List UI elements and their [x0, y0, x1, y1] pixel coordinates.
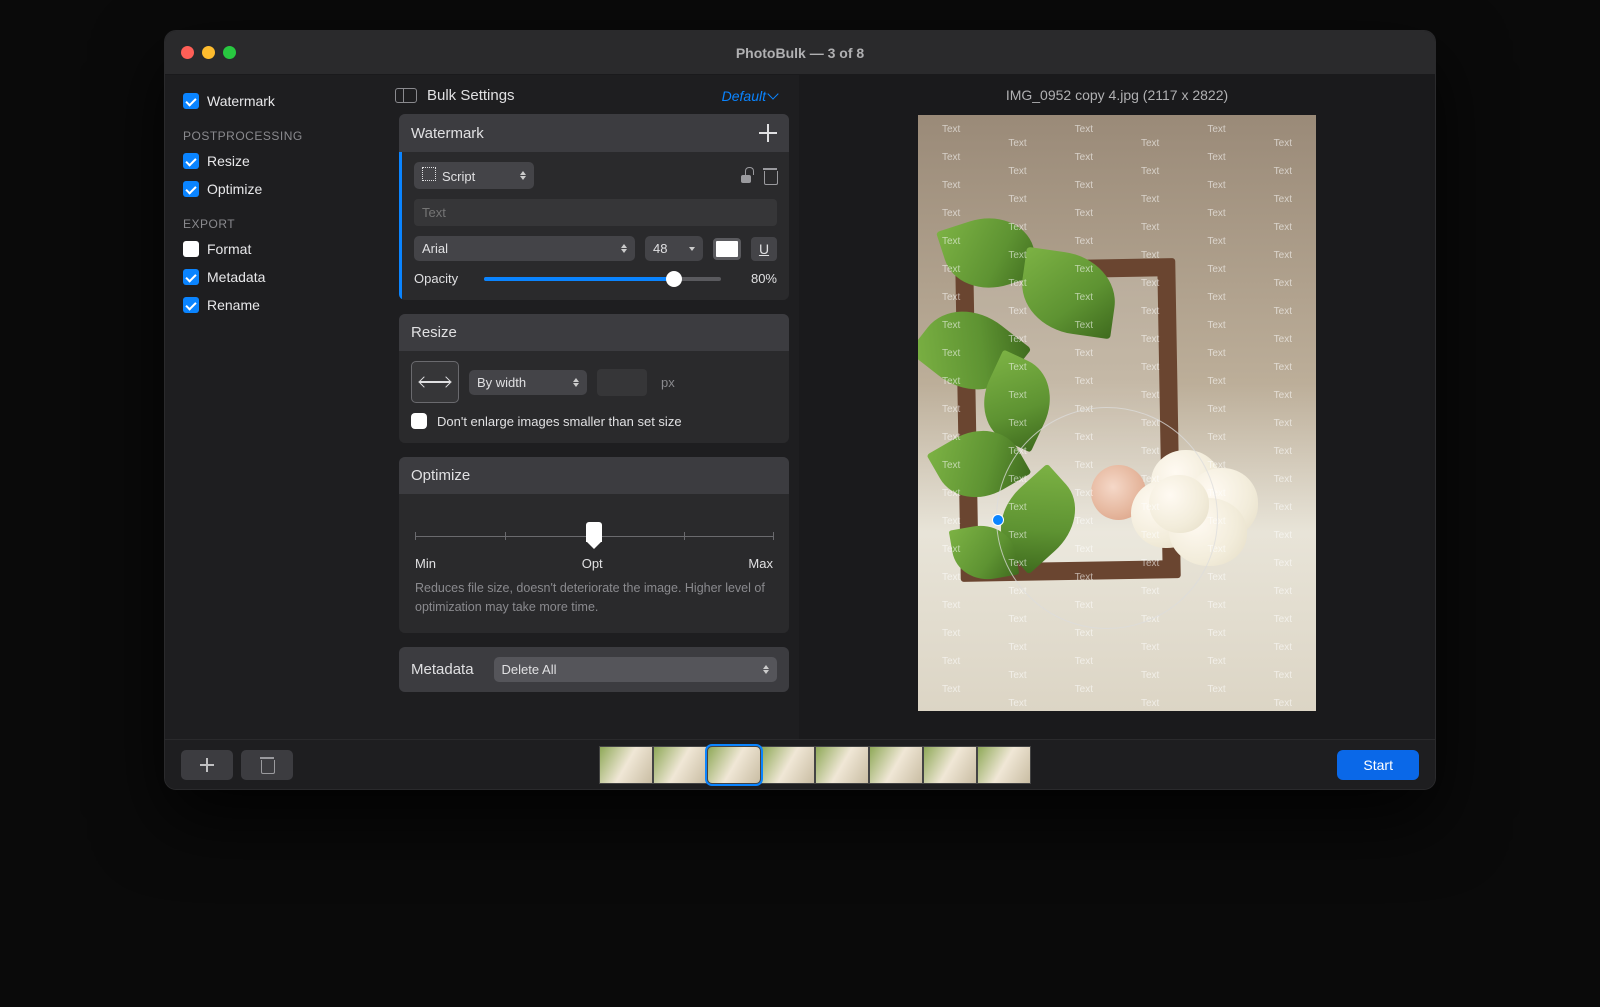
trash-icon — [260, 757, 274, 773]
opt-min-label: Min — [415, 556, 436, 571]
slider-thumb[interactable] — [666, 271, 682, 287]
checkbox-icon[interactable] — [183, 297, 199, 313]
sidebar-group-export: EXPORT — [165, 203, 379, 235]
resize-mode-select[interactable]: By width — [469, 370, 587, 395]
checkbox-icon[interactable] — [183, 181, 199, 197]
watermark-text-input[interactable] — [414, 199, 777, 226]
resize-card: Resize By width px — [399, 314, 789, 443]
metadata-mode-select[interactable]: Delete All — [494, 657, 777, 682]
thumbnail[interactable] — [977, 746, 1031, 784]
app-window: PhotoBulk — 3 of 8 Watermark POSTPROCESS… — [164, 30, 1436, 790]
sidebar-item-format[interactable]: Format — [165, 235, 379, 263]
checkbox-icon[interactable] — [183, 153, 199, 169]
sidebar: Watermark POSTPROCESSING Resize Optimize… — [165, 75, 379, 739]
preset-dropdown[interactable]: Default — [722, 88, 777, 104]
panels-icon[interactable] — [395, 88, 417, 103]
metadata-card: Metadata Delete All — [399, 647, 789, 692]
sidebar-item-label: Metadata — [207, 269, 265, 285]
card-title: Metadata — [411, 661, 474, 678]
watermark-card: Watermark Script — [399, 114, 789, 300]
checkbox-icon[interactable] — [183, 269, 199, 285]
checkbox-icon[interactable] — [183, 241, 199, 257]
maximize-window-button[interactable] — [223, 46, 236, 59]
opacity-label: Opacity — [414, 271, 474, 286]
thumbnail[interactable] — [923, 746, 977, 784]
opt-max-label: Max — [748, 556, 773, 571]
footer: Start — [165, 739, 1435, 789]
sidebar-group-postprocessing: POSTPROCESSING — [165, 115, 379, 147]
settings-heading: Bulk Settings — [427, 87, 515, 104]
trash-icon[interactable] — [763, 168, 777, 184]
add-watermark-icon[interactable] — [759, 124, 777, 142]
window-title: PhotoBulk — 3 of 8 — [736, 45, 864, 61]
sidebar-item-label: Watermark — [207, 93, 275, 109]
font-family-select[interactable]: Arial — [414, 236, 635, 261]
opacity-slider[interactable] — [484, 277, 721, 281]
sidebar-item-label: Rename — [207, 297, 260, 313]
add-images-button[interactable] — [181, 750, 233, 780]
delete-image-button[interactable] — [241, 750, 293, 780]
thumbnail[interactable] — [653, 746, 707, 784]
opt-opt-label: Opt — [582, 556, 603, 571]
sidebar-item-rename[interactable]: Rename — [165, 291, 379, 319]
preview-filename: IMG_0952 copy 4.jpg (2117 x 2822) — [1006, 75, 1228, 115]
thumbnail[interactable] — [815, 746, 869, 784]
script-icon — [422, 167, 436, 181]
resize-direction-icon[interactable] — [411, 361, 459, 403]
thumbnail[interactable] — [761, 746, 815, 784]
font-size-select[interactable]: 48 — [645, 236, 703, 261]
thumbnail[interactable] — [599, 746, 653, 784]
lock-icon[interactable] — [739, 169, 753, 183]
watermark-type-select[interactable]: Script — [414, 162, 534, 189]
optimize-slider[interactable] — [415, 512, 773, 552]
opacity-value: 80% — [731, 271, 777, 286]
checkbox-icon[interactable] — [183, 93, 199, 109]
chevron-down-icon — [767, 88, 778, 99]
sidebar-item-optimize[interactable]: Optimize — [165, 175, 379, 203]
sidebar-item-label: Optimize — [207, 181, 262, 197]
optimize-slider-thumb[interactable] — [586, 522, 602, 542]
thumbnail[interactable] — [707, 746, 761, 784]
sidebar-item-label: Format — [207, 241, 251, 257]
sidebar-item-label: Resize — [207, 153, 250, 169]
minimize-window-button[interactable] — [202, 46, 215, 59]
preview-image[interactable]: TextTextTextTextTextTextTextTextTextText… — [918, 115, 1316, 711]
optimize-card: Optimize Min Opt — [399, 457, 789, 633]
preview-panel: IMG_0952 copy 4.jpg (2117 x 2822) — [799, 75, 1435, 739]
start-button[interactable]: Start — [1337, 750, 1419, 780]
titlebar: PhotoBulk — 3 of 8 — [165, 31, 1435, 75]
card-title: Optimize — [411, 467, 470, 484]
color-swatch[interactable] — [713, 238, 741, 260]
plus-icon — [200, 758, 214, 772]
thumbnail-strip — [301, 746, 1329, 784]
close-window-button[interactable] — [181, 46, 194, 59]
optimize-description: Reduces file size, doesn't deteriorate t… — [411, 571, 777, 619]
card-title: Resize — [411, 324, 457, 341]
underline-button[interactable]: U — [751, 237, 777, 261]
preset-label: Default — [722, 88, 766, 104]
sidebar-item-watermark[interactable]: Watermark — [165, 87, 379, 115]
settings-panel: Bulk Settings Default Watermark — [379, 75, 799, 739]
dont-enlarge-label: Don't enlarge images smaller than set si… — [437, 414, 682, 429]
resize-value-input[interactable] — [597, 369, 647, 396]
sidebar-item-metadata[interactable]: Metadata — [165, 263, 379, 291]
resize-unit: px — [661, 375, 675, 390]
dont-enlarge-checkbox[interactable] — [411, 413, 427, 429]
card-title: Watermark — [411, 125, 484, 142]
thumbnail[interactable] — [869, 746, 923, 784]
sidebar-item-resize[interactable]: Resize — [165, 147, 379, 175]
